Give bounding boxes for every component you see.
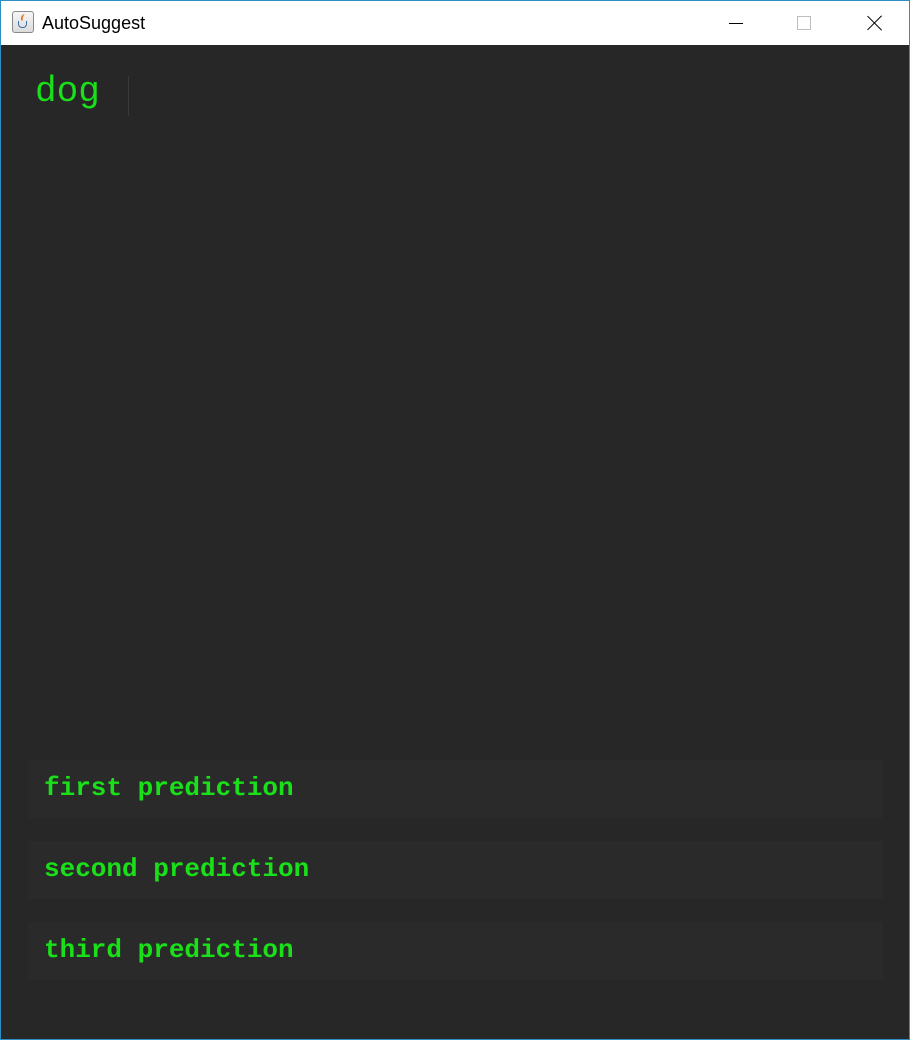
main-content: dog first prediction second prediction t… — [1, 45, 909, 1039]
prediction-third[interactable]: third prediction — [28, 922, 883, 980]
minimize-button[interactable] — [712, 1, 758, 45]
title-bar[interactable]: AutoSuggest — [1, 1, 909, 45]
prediction-first[interactable]: first prediction — [28, 760, 883, 818]
text-input[interactable]: dog — [35, 69, 535, 115]
app-window: AutoSuggest dog first prediction second … — [0, 0, 910, 1040]
minimize-icon — [729, 23, 743, 24]
text-divider — [128, 76, 129, 116]
window-title: AutoSuggest — [42, 13, 146, 33]
prediction-list: first prediction second prediction third… — [28, 760, 883, 1003]
java-cup-icon[interactable] — [12, 11, 34, 33]
close-button[interactable] — [852, 1, 898, 45]
maximize-icon — [797, 16, 811, 30]
prediction-second[interactable]: second prediction — [28, 841, 883, 899]
close-icon — [866, 14, 884, 32]
maximize-button[interactable] — [781, 1, 827, 45]
